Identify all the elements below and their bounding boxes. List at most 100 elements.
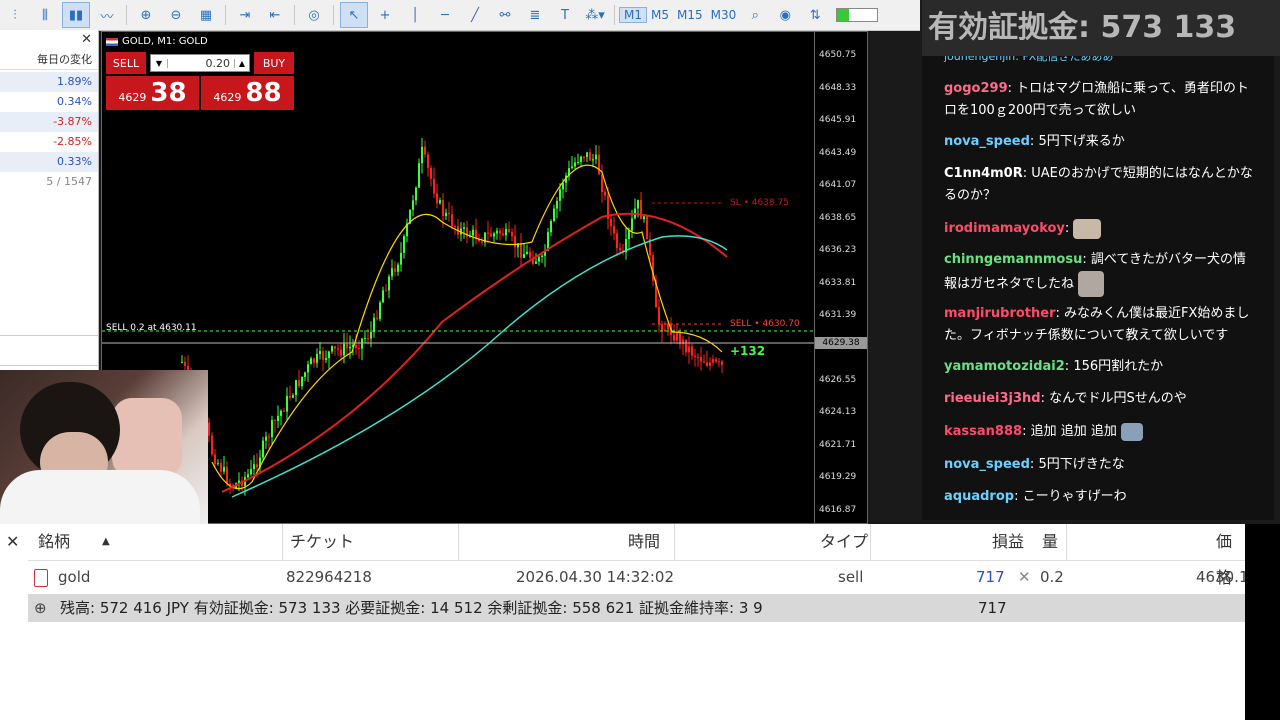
candle-body (667, 324, 669, 330)
column-time[interactable]: 時間 (628, 524, 660, 560)
table-row[interactable]: gold 822964218 2026.04.30 14:32:02 sell … (28, 562, 1249, 592)
price-tick: 4643.49 (819, 148, 857, 158)
candle-body (658, 307, 660, 325)
chevron-up-icon[interactable]: ▲ (234, 58, 249, 68)
line-chart-icon[interactable]: 〰 (94, 3, 120, 27)
lot-size-value[interactable]: 0.20 (168, 57, 234, 70)
screenshot-icon[interactable]: ◎ (301, 3, 327, 27)
candle-body (598, 154, 600, 175)
candle-body (592, 159, 594, 161)
price-tick: 4641.07 (819, 180, 857, 190)
crosshair-icon[interactable]: + (372, 3, 398, 27)
lot-size-field[interactable]: ▼ 0.20 ▲ (150, 54, 250, 72)
watch-row[interactable]: 1.89% (0, 72, 98, 92)
watch-row[interactable]: -2.85% (0, 132, 98, 152)
search-icon[interactable]: ⌕ (742, 3, 768, 27)
sell-price[interactable]: 4629 38 (106, 76, 199, 110)
column-type[interactable]: タイプ (820, 524, 868, 560)
chat-text: 5円下げ来るか (1038, 134, 1125, 149)
tools-icon[interactable]: ⚯ (492, 3, 518, 27)
bar-chart-icon[interactable]: ⫶ (2, 3, 28, 27)
timeframe-m30[interactable]: M30 (707, 8, 741, 22)
watch-row[interactable]: -3.87% (0, 112, 98, 132)
zoom-in-icon[interactable]: ⊕ (133, 3, 159, 27)
sell-button[interactable]: SELL (106, 52, 146, 74)
watch-row[interactable]: 0.33% (0, 152, 98, 172)
candle-body (502, 233, 504, 236)
expand-icon[interactable]: ⊕ (34, 594, 47, 622)
candle-body (340, 349, 342, 356)
candle-body (433, 178, 435, 194)
candle-body (604, 191, 606, 196)
column-symbol[interactable]: 銘柄 (38, 524, 70, 560)
text-icon[interactable]: T (552, 3, 578, 27)
vertical-line-icon[interactable]: │ (402, 3, 428, 27)
chevron-down-icon[interactable]: ▼ (151, 58, 168, 68)
timeframe-m5[interactable]: M5 (647, 8, 673, 22)
candle-body (538, 256, 540, 262)
candle-body (523, 253, 525, 258)
separator (126, 5, 127, 25)
candle-body (208, 422, 210, 436)
column-volume[interactable]: 量 (1042, 524, 1058, 560)
column-price[interactable]: 価格 (1216, 524, 1245, 587)
zoom-out-icon[interactable]: ⊖ (163, 3, 189, 27)
timeframe-m1[interactable]: M1 (619, 7, 647, 23)
chat-message: aquadrop: こーりゃすげーわ (944, 489, 1127, 504)
candle-body (571, 166, 573, 169)
candle-body (274, 420, 276, 422)
close-icon[interactable]: ✕ (81, 32, 92, 47)
candle-body (319, 351, 321, 355)
candle-body (217, 463, 219, 465)
column-ticket[interactable]: チケット (290, 524, 354, 560)
candle-body (361, 338, 363, 349)
shapes-icon[interactable]: ⁂▾ (582, 3, 608, 27)
column-profit[interactable]: 損益 (992, 524, 1024, 560)
sort-up-icon[interactable]: ▲ (102, 524, 110, 560)
buy-button[interactable]: BUY (254, 52, 294, 74)
candle-body (253, 464, 255, 470)
buy-price[interactable]: 4629 88 (201, 76, 294, 110)
chat-message: chinngemannmosu: 調べてきたがバター犬の情報はガセネタでしたね (944, 249, 1254, 297)
candle-body (436, 193, 438, 204)
chat-message: gogo299: トロはマグロ漁船に乗って、勇者印のトロを100ｇ200円で売っ… (944, 81, 1249, 118)
candles-active-icon[interactable]: ▮▮ (62, 2, 90, 28)
signal-icon[interactable]: ⇅ (802, 3, 828, 27)
candle-body (184, 361, 186, 366)
order-type: sell (838, 568, 864, 586)
account-icon[interactable]: ◉ (772, 3, 798, 27)
autoscroll-icon[interactable]: ⇥ (232, 3, 258, 27)
account-summary-row: ⊕ 残高: 572 416 JPY 有効証拠金: 573 133 必要証拠金: … (28, 594, 1245, 622)
timeframe-m15[interactable]: M15 (673, 8, 707, 22)
candle-body (691, 346, 693, 356)
grid-icon[interactable]: ▦ (193, 3, 219, 27)
candle-body (640, 199, 642, 220)
separator (225, 5, 226, 25)
candle-body (643, 216, 645, 220)
candles-icon[interactable]: ⫼ (32, 3, 58, 27)
watch-row[interactable]: 0.34% (0, 92, 98, 112)
candle-body (394, 268, 396, 272)
horizontal-line-icon[interactable]: ─ (432, 3, 458, 27)
total-pnl: 717 (978, 599, 1007, 617)
candle-body (439, 200, 441, 204)
candle-body (280, 410, 282, 416)
candle-body (490, 233, 492, 237)
separator (614, 5, 615, 25)
fibonacci-icon[interactable]: ≣ (522, 3, 548, 27)
candle-body (613, 226, 615, 234)
trendline-icon[interactable]: ╱ (462, 3, 488, 27)
order-price: 4630.1 (1196, 568, 1249, 586)
candle-body (529, 251, 531, 258)
close-position-icon[interactable]: ✕ (1018, 562, 1031, 592)
order-pnl: 717 (976, 568, 1005, 586)
close-icon[interactable]: ✕ (6, 532, 19, 551)
candle-body (595, 154, 597, 160)
price-tick: 4636.23 (819, 245, 857, 255)
cursor-icon[interactable]: ↖ (340, 2, 368, 28)
chat-text: こーりゃすげーわ (1022, 489, 1127, 504)
chat-username: yamamotozidai2 (944, 359, 1065, 374)
candle-body (481, 241, 483, 243)
price-chart[interactable]: GOLD, M1: GOLD SELL ▼ 0.20 ▲ BUY 4629 38… (101, 31, 868, 524)
chart-shift-icon[interactable]: ⇤ (262, 3, 288, 27)
